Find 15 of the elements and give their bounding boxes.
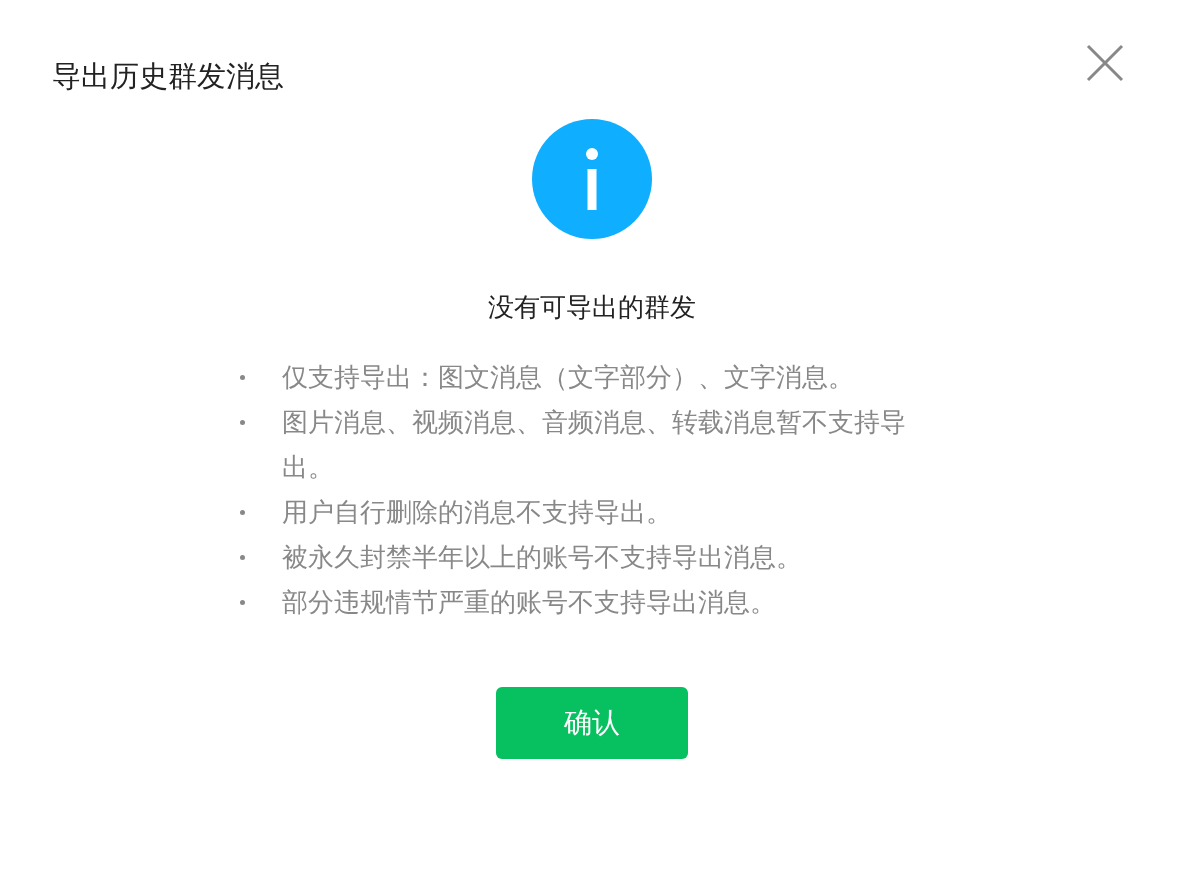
bullet-icon [240,510,245,515]
bullet-icon [240,420,245,425]
dialog-title: 导出历史群发消息 [52,58,284,95]
note-text: 部分违规情节严重的账号不支持导出消息。 [282,586,777,619]
close-icon[interactable] [1086,44,1124,82]
note-text: 图片消息、视频消息、音频消息、转载消息暂不支持导出。 [282,406,907,484]
note-text: 仅支持导出：图文消息（文字部分）、文字消息。 [282,361,855,394]
note-text: 用户自行删除的消息不支持导出。 [282,496,673,529]
confirm-button[interactable]: 确认 [496,687,688,759]
note-text: 被永久封禁半年以上的账号不支持导出消息。 [282,541,803,574]
info-icon [532,119,652,239]
bullet-icon [240,555,245,560]
message-heading: 没有可导出的群发 [488,291,696,324]
bullet-icon [240,600,245,605]
bullet-icon [240,375,245,380]
